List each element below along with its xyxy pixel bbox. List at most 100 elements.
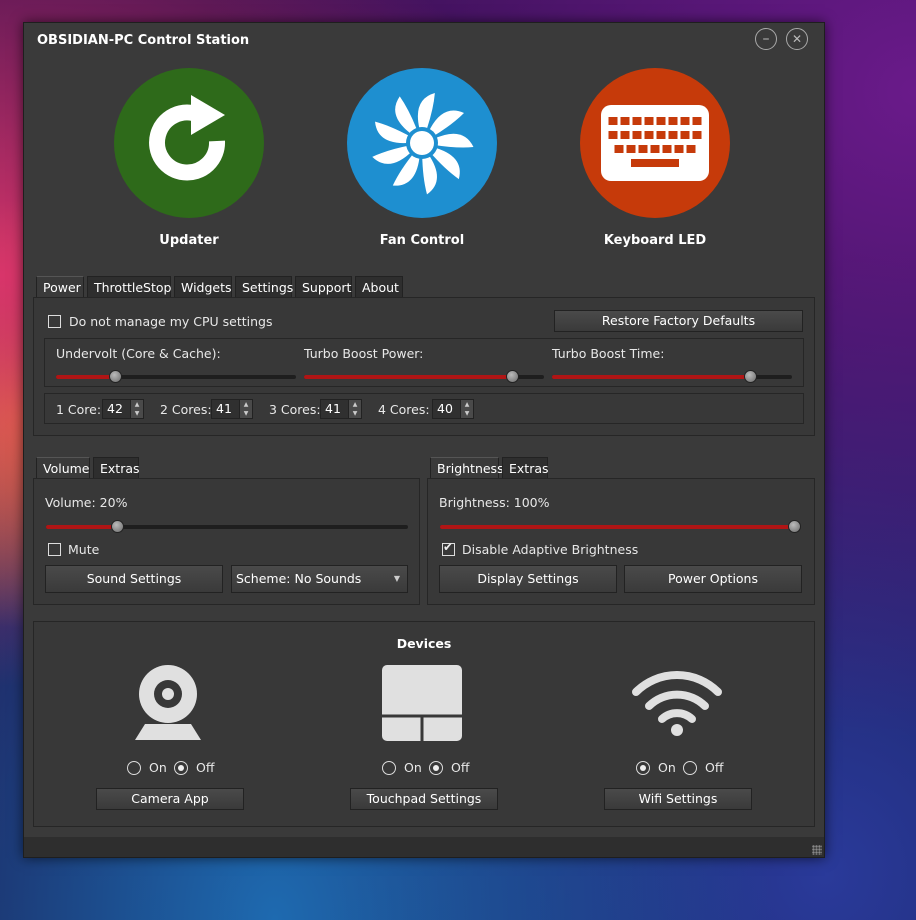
- keyboard-key: [692, 131, 702, 139]
- keyboard-key: [680, 117, 690, 125]
- keyboard-key: [608, 117, 618, 125]
- wifi-on-label: On: [658, 760, 676, 775]
- resize-grip-icon[interactable]: [812, 845, 822, 855]
- core3-label: 3 Cores:: [269, 402, 321, 417]
- core2-spinbox[interactable]: 41 ▲ ▼: [211, 399, 253, 419]
- keyboard-key: [686, 145, 696, 153]
- keyboard-key: [662, 145, 672, 153]
- core4-label: 4 Cores:: [378, 402, 430, 417]
- camera-app-button[interactable]: Camera App: [96, 788, 244, 810]
- touchpad-icon: [382, 665, 462, 741]
- tab-widgets[interactable]: Widgets: [174, 276, 232, 298]
- keyboard-key: [668, 117, 678, 125]
- camera-on-label: On: [149, 760, 167, 775]
- tab-support[interactable]: Support: [295, 276, 352, 298]
- wifi-off-label: Off: [705, 760, 724, 775]
- turbo-power-slider[interactable]: [304, 370, 544, 383]
- brightness-panel: Brightness: 100% Disable Adaptive Bright…: [427, 478, 815, 605]
- tab-brightness-extras[interactable]: Extras: [502, 457, 549, 479]
- sound-settings-button[interactable]: Sound Settings: [45, 565, 223, 593]
- chevron-down-icon: ▼: [393, 574, 400, 583]
- undervolt-slider[interactable]: [56, 370, 296, 383]
- core1-label: 1 Core:: [56, 402, 102, 417]
- fan-control-tile[interactable]: Fan Control: [347, 68, 497, 248]
- keyboard-key: [650, 145, 660, 153]
- core-ratios-group: 1 Core: 42 ▲ ▼ 2 Cores: 41 ▲ ▼ 3 Cores: 41 ▲ ▼…: [44, 393, 804, 424]
- restore-defaults-button[interactable]: Restore Factory Defaults: [554, 310, 803, 332]
- touchpad-on-radio[interactable]: [382, 761, 396, 775]
- keyboard-icon: [601, 105, 709, 181]
- wifi-on-radio[interactable]: [636, 761, 650, 775]
- keyboard-key: [656, 131, 666, 139]
- tab-settings[interactable]: Settings: [235, 276, 293, 298]
- slider-thumb[interactable]: [109, 370, 122, 383]
- fan-control-circle[interactable]: [347, 68, 497, 218]
- turbo-power-label: Turbo Boost Power:: [304, 346, 424, 361]
- close-icon: ✕: [791, 32, 803, 46]
- slider-thumb[interactable]: [111, 520, 125, 533]
- manage-cpu-checkbox[interactable]: [48, 315, 61, 328]
- keyboard-spacebar: [631, 159, 679, 167]
- touchpad-off-radio[interactable]: [429, 761, 443, 775]
- keyboard-key: [620, 117, 630, 125]
- updater-circle[interactable]: [114, 68, 264, 218]
- sound-scheme-value: Scheme: No Sounds: [236, 571, 362, 586]
- slider-thumb[interactable]: [744, 370, 758, 383]
- core1-spinbox[interactable]: 42 ▲ ▼: [102, 399, 144, 419]
- keyboard-led-label: Keyboard LED: [603, 233, 707, 248]
- touchpad-on-label: On: [404, 760, 422, 775]
- adaptive-brightness-label: Disable Adaptive Brightness: [462, 542, 639, 557]
- keyboard-key: [620, 131, 630, 139]
- tab-throttlestop[interactable]: ThrottleStop: [87, 276, 171, 298]
- window-title: OBSIDIAN-PC Control Station: [37, 33, 250, 48]
- keyboard-key: [668, 131, 678, 139]
- updater-tile[interactable]: Updater: [114, 68, 264, 248]
- adaptive-brightness-checkbox[interactable]: [442, 540, 455, 556]
- volume-label: Volume: 20%: [45, 495, 128, 510]
- fan-icon: [372, 93, 474, 195]
- keyboard-key: [644, 117, 654, 125]
- tab-brightness[interactable]: Brightness: [430, 457, 504, 480]
- touchpad-settings-button[interactable]: Touchpad Settings: [350, 788, 498, 810]
- core4-spinbox[interactable]: 40 ▲ ▼: [432, 399, 474, 419]
- wifi-icon: [632, 671, 722, 736]
- display-settings-button[interactable]: Display Settings: [439, 565, 617, 593]
- devices-panel: Devices On Off Camera App On Off Touchpa…: [33, 621, 815, 827]
- keyboard-key: [680, 131, 690, 139]
- keyboard-key: [608, 131, 618, 139]
- wifi-off-radio[interactable]: [683, 761, 697, 775]
- power-options-button[interactable]: Power Options: [624, 565, 802, 593]
- keyboard-key: [632, 131, 642, 139]
- updater-label: Updater: [159, 233, 219, 248]
- camera-on-radio[interactable]: [127, 761, 141, 775]
- power-sliders-group: Undervolt (Core & Cache): Turbo Boost Po…: [44, 338, 804, 387]
- sound-scheme-dropdown[interactable]: Scheme: No Sounds ▼: [231, 565, 408, 593]
- core3-spinbox[interactable]: 41 ▲ ▼: [320, 399, 362, 419]
- camera-off-radio[interactable]: [174, 761, 188, 775]
- refresh-icon: [149, 95, 226, 181]
- keyboard-key: [638, 145, 648, 153]
- close-button[interactable]: ✕: [786, 28, 808, 50]
- keyboard-key: [644, 131, 654, 139]
- keyboard-key: [614, 145, 624, 153]
- slider-thumb[interactable]: [505, 370, 519, 383]
- minimize-icon: –: [762, 31, 770, 47]
- mute-checkbox[interactable]: [48, 543, 61, 556]
- tab-volume-extras[interactable]: Extras: [93, 457, 140, 479]
- keyboard-key: [692, 117, 702, 125]
- keyboard-key: [656, 117, 666, 125]
- keyboard-led-tile[interactable]: Keyboard LED: [580, 68, 730, 248]
- turbo-time-slider[interactable]: [552, 370, 792, 383]
- keyboard-led-circle[interactable]: [580, 68, 730, 218]
- wifi-settings-button[interactable]: Wifi Settings: [604, 788, 752, 810]
- volume-slider[interactable]: [46, 520, 408, 533]
- devices-title: Devices: [396, 636, 452, 651]
- tab-volume[interactable]: Volume: [36, 457, 90, 480]
- brightness-label: Brightness: 100%: [439, 495, 550, 510]
- brightness-slider[interactable]: [440, 520, 801, 533]
- tab-power[interactable]: Power: [36, 276, 84, 299]
- core2-label: 2 Cores:: [160, 402, 212, 417]
- minimize-button[interactable]: –: [755, 28, 777, 50]
- slider-thumb[interactable]: [788, 520, 801, 533]
- tab-about[interactable]: About: [355, 276, 403, 298]
